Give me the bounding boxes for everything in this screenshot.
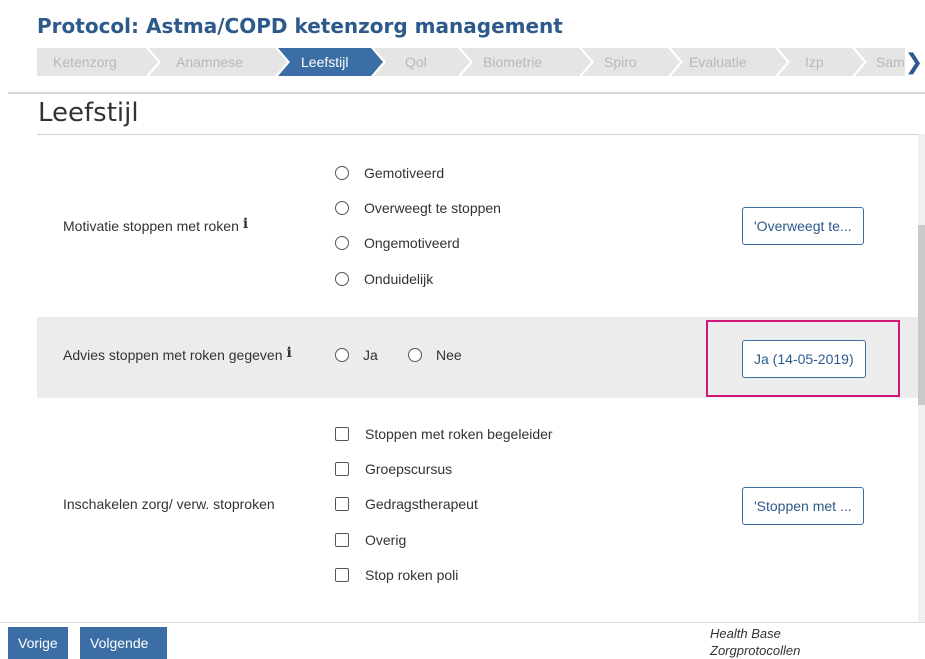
radio-label: Onduidelijk — [364, 271, 434, 287]
chevron-right-icon[interactable]: ❯ — [904, 48, 924, 76]
step-izp[interactable]: Izp — [778, 48, 864, 76]
checkbox[interactable] — [335, 533, 349, 547]
radio-option-gemotiveerd[interactable]: Gemotiveerd — [335, 165, 444, 181]
step-spiro[interactable]: Spiro — [582, 48, 680, 76]
protocol-title: Protocol: Astma/COPD ketenzorg managemen… — [37, 14, 563, 38]
history-button-motivation[interactable]: 'Overweegt te... — [742, 207, 864, 245]
step-navigation: Ketenzorg Anamnese Leefstijl Qol Biometr… — [37, 48, 905, 76]
radio-label: Ongemotiveerd — [364, 235, 460, 251]
checkbox-option-stop-roken-poli[interactable]: Stop roken poli — [335, 567, 458, 583]
radio-label: Nee — [436, 347, 462, 363]
step-ketenzorg[interactable]: Ketenzorg — [37, 48, 158, 76]
radio-label: Overweegt te stoppen — [364, 200, 501, 216]
radio-option-onduidelijk[interactable]: Onduidelijk — [335, 271, 433, 287]
checkbox-label: Groepscursus — [365, 461, 453, 477]
step-anamnese[interactable]: Anamnese — [149, 48, 287, 76]
scrollbar-thumb[interactable] — [918, 225, 925, 405]
radio-button[interactable] — [335, 201, 349, 215]
brand-text: Health Base Zorgprotocollen — [710, 625, 800, 659]
radio-option-ongemotiveerd[interactable]: Ongemotiveerd — [335, 235, 460, 251]
info-icon[interactable]: i — [243, 216, 248, 232]
radio-label: Gemotiveerd — [364, 165, 445, 181]
info-icon[interactable]: i — [286, 345, 291, 361]
radio-button[interactable] — [335, 348, 349, 362]
checkbox[interactable] — [335, 427, 349, 441]
checkbox-option-groepscursus[interactable]: Groepscursus — [335, 461, 452, 477]
checkbox-label: Gedragstherapeut — [365, 496, 478, 512]
history-button-referral[interactable]: 'Stoppen met ... — [742, 487, 864, 525]
previous-button[interactable]: Vorige — [8, 627, 68, 659]
radio-button[interactable] — [335, 272, 349, 286]
next-button[interactable]: Volgende — [80, 627, 167, 659]
checkbox[interactable] — [335, 497, 349, 511]
checkbox-label: Stoppen met roken begeleider — [365, 426, 553, 442]
question-label-advice: Advies stoppen met roken gegeven i — [63, 345, 292, 364]
brand-line-2: Zorgprotocollen — [710, 643, 801, 658]
checkbox-label: Overig — [365, 532, 407, 548]
highlight-box — [706, 320, 900, 397]
radio-button[interactable] — [335, 236, 349, 250]
checkbox[interactable] — [335, 568, 349, 582]
step-qol[interactable]: Qol — [374, 48, 470, 76]
step-leefstijl[interactable]: Leefstijl — [278, 48, 383, 76]
brand-line-1: Health Base — [710, 626, 781, 641]
radio-button[interactable] — [408, 348, 422, 362]
checkbox-option-overig[interactable]: Overig — [335, 532, 406, 548]
question-label-text: Advies stoppen met roken gegeven — [63, 347, 283, 363]
radio-option-overweegt[interactable]: Overweegt te stoppen — [335, 200, 501, 216]
checkbox-option-begeleider[interactable]: Stoppen met roken begeleider — [335, 426, 553, 442]
checkbox-option-gedragstherapeut[interactable]: Gedragstherapeut — [335, 496, 478, 512]
section-title: Leefstijl — [38, 98, 139, 128]
radio-option-ja[interactable]: Ja — [335, 347, 378, 363]
question-label-text: Motivatie stoppen met roken — [63, 218, 239, 234]
question-label-motivation: Motivatie stoppen met roken i — [63, 216, 248, 235]
checkbox-label: Stop roken poli — [365, 567, 459, 583]
radio-option-nee[interactable]: Nee — [408, 347, 462, 363]
step-evaluatie[interactable]: Evaluatie — [671, 48, 787, 76]
radio-button[interactable] — [335, 166, 349, 180]
header-divider — [8, 92, 925, 94]
radio-label: Ja — [363, 347, 378, 363]
question-label-referral: Inschakelen zorg/ verw. stoproken — [63, 496, 275, 512]
checkbox[interactable] — [335, 462, 349, 476]
step-biometrie[interactable]: Biometrie — [461, 48, 591, 76]
